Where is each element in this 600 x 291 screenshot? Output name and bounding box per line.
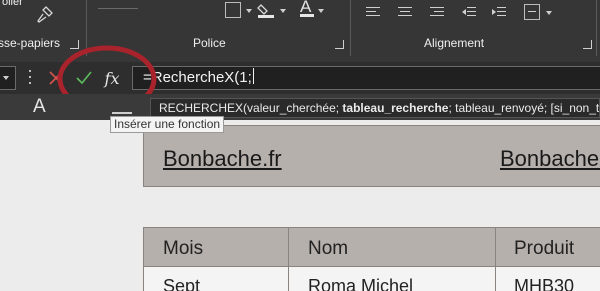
syntax-arg-lookup-value[interactable]: valeur_cherchée; [247,101,342,115]
alignment-launcher-icon[interactable] [583,40,592,49]
clipboard-top-label: oller [2,0,23,8]
increase-indent-icon[interactable] [492,6,506,18]
merge-center-icon[interactable] [524,4,540,20]
font-color-letter: A [300,0,312,16]
alignment-group-label: Alignement [424,36,485,50]
fill-color-dropdown-icon[interactable] [280,9,286,13]
table-row: Sept Roma Michel MHB30 [143,266,600,291]
header-nom[interactable]: Nom [308,238,348,260]
fill-color-icon[interactable] [257,2,275,21]
data-table: Mois Nom Produit Sept Roma Michel MHB30 [143,227,600,291]
header-produit[interactable]: Produit [514,238,574,260]
align-left-icon[interactable] [366,6,380,18]
borders-dropdown-icon[interactable] [246,9,252,13]
align-right-icon[interactable] [430,6,444,18]
name-box[interactable] [0,66,16,90]
syntax-arg-lookup-array[interactable]: tableau_recherche [342,101,448,115]
title-banner[interactable]: Bonbache.fr Bonbache.fr [143,125,600,187]
title-link-left[interactable]: Bonbache.fr [163,146,282,172]
formula-text: =RechercheX(1; [143,69,252,86]
title-link-right[interactable]: Bonbache.fr [500,146,600,172]
text-caret [252,68,254,84]
cell-produit[interactable]: MHB30 [514,276,574,291]
font-launcher-icon[interactable] [335,40,344,49]
syntax-arg-rest: ; tableau_renvoyé; [si_non_trouvé] [448,101,600,115]
font-group-label: Police [193,36,226,50]
name-box-dropdown-icon[interactable] [3,76,9,80]
column-marker [112,112,132,114]
font-color-icon[interactable]: A [300,0,314,17]
cell-mois[interactable]: Sept [163,276,200,291]
insert-function-tooltip: Insérer une fonction [110,116,225,133]
decrease-indent-icon[interactable] [462,6,476,18]
table-header-row: Mois Nom Produit [143,227,600,266]
column-header-a[interactable]: A [33,96,46,118]
formula-bar-grip-icon[interactable] [29,70,31,86]
borders-icon[interactable] [225,2,241,18]
header-mois[interactable]: Mois [163,238,203,260]
format-painter-icon[interactable] [36,6,54,27]
insert-function-tooltip-text: Insérer une fonction [114,117,221,131]
column-divider [495,227,496,291]
column-divider [288,227,289,291]
align-center-icon[interactable] [398,6,412,18]
font-row-area [98,0,138,9]
function-syntax-tooltip: RECHERCHEX(valeur_cherchée; tableau_rech… [150,98,600,118]
formula-input[interactable]: =RechercheX(1; [132,66,600,90]
cell-nom[interactable]: Roma Michel [308,276,413,291]
merge-dropdown-icon[interactable] [546,11,552,15]
clipboard-group-label: sse-papiers [0,36,61,50]
font-color-dropdown-icon[interactable] [318,9,324,13]
syntax-function-name[interactable]: RECHERCHEX( [159,101,247,115]
